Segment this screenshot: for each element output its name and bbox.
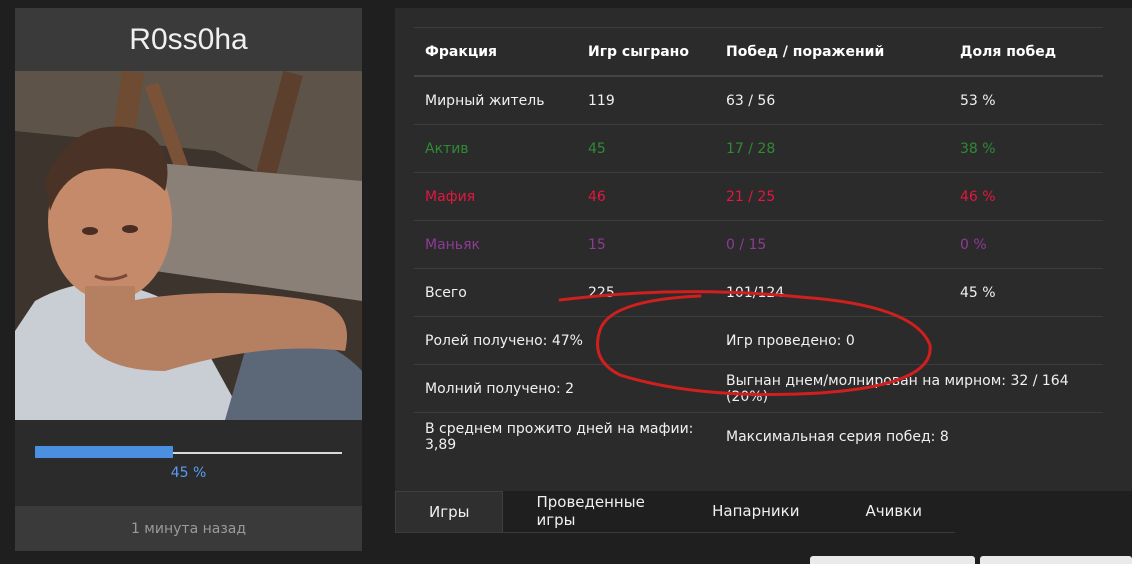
avatar[interactable] (15, 71, 362, 420)
profile-card: R0ss0ha 45 % 1 минута назад (15, 8, 362, 551)
header-win-loss: Побед / поражений (715, 27, 949, 77)
faction-cell: Маньяк (414, 220, 577, 269)
progress-fill (35, 446, 174, 458)
last-seen: 1 минута назад (15, 506, 362, 551)
header-win-rate: Доля побед (949, 27, 1103, 77)
win-loss-cell: 0 / 15 (715, 220, 949, 269)
win-loss-cell: 21 / 25 (715, 172, 949, 221)
tab-achievements[interactable]: Ачивки (832, 491, 955, 531)
win-rate-progress (35, 446, 342, 458)
games-cell: 15 (577, 220, 715, 269)
max-win-streak: Максимальная серия побед: 8 (715, 412, 1103, 460)
win-loss-cell: 17 / 28 (715, 124, 949, 173)
extra-row: Молний получено: 2 Выгнан днем/молнирова… (414, 364, 1103, 413)
header-games: Игр сыграно (577, 27, 715, 77)
games-cell: 46 (577, 172, 715, 221)
table-row: Мирный житель 119 63 / 56 53 % (414, 75, 1103, 125)
games-cell: 119 (577, 75, 715, 125)
games-cell: 225 (577, 268, 715, 317)
username: R0ss0ha (15, 8, 362, 71)
tab-games[interactable]: Игры (395, 491, 504, 532)
stats-panel: Фракция Игр сыграно Побед / поражений До… (395, 8, 1132, 491)
tab-hosted-games[interactable]: Проведенные игры (503, 491, 679, 531)
faction-cell: Мафия (414, 172, 577, 221)
tab-partners[interactable]: Напарники (679, 491, 832, 531)
profile-tabs: Игры Проведенные игры Напарники Ачивки (395, 491, 955, 533)
win-loss-cell: 63 / 56 (715, 75, 949, 125)
win-rate-cell: 53 % (949, 75, 1103, 125)
lightnings-received: Молний получено: 2 (414, 364, 715, 413)
extra-row: В среднем прожито дней на мафии: 3,89 Ма… (414, 412, 1103, 460)
table-row: Актив 45 17 / 28 38 % (414, 124, 1103, 173)
header-faction: Фракция (414, 27, 577, 77)
bottom-button-left[interactable] (810, 556, 975, 564)
stats-table: Фракция Игр сыграно Побед / поражений До… (414, 27, 1103, 460)
progress-label: 45 % (170, 465, 207, 481)
avg-days-mafia: В среднем прожито дней на мафии: 3,89 (414, 412, 715, 460)
roles-received: Ролей получено: 47% (414, 316, 715, 365)
win-rate-cell: 38 % (949, 124, 1103, 173)
table-row-total: Всего 225 101/124 45 % (414, 268, 1103, 317)
games-hosted: Игр проведено: 0 (715, 316, 1103, 365)
avatar-photo (15, 71, 362, 420)
win-rate-cell: 46 % (949, 172, 1103, 221)
table-row: Маньяк 15 0 / 15 0 % (414, 220, 1103, 269)
faction-cell: Всего (414, 268, 577, 317)
expelled-stat: Выгнан днем/молнирован на мирном: 32 / 1… (715, 364, 1103, 413)
win-loss-cell: 101/124 (715, 268, 949, 317)
games-cell: 45 (577, 124, 715, 173)
table-row: Мафия 46 21 / 25 46 % (414, 172, 1103, 221)
win-rate-cell: 0 % (949, 220, 1103, 269)
win-rate-cell: 45 % (949, 268, 1103, 317)
table-header-row: Фракция Игр сыграно Побед / поражений До… (414, 27, 1103, 77)
faction-cell: Мирный житель (414, 75, 577, 125)
extra-row: Ролей получено: 47% Игр проведено: 0 (414, 316, 1103, 365)
faction-cell: Актив (414, 124, 577, 173)
bottom-button-right[interactable] (980, 556, 1132, 564)
